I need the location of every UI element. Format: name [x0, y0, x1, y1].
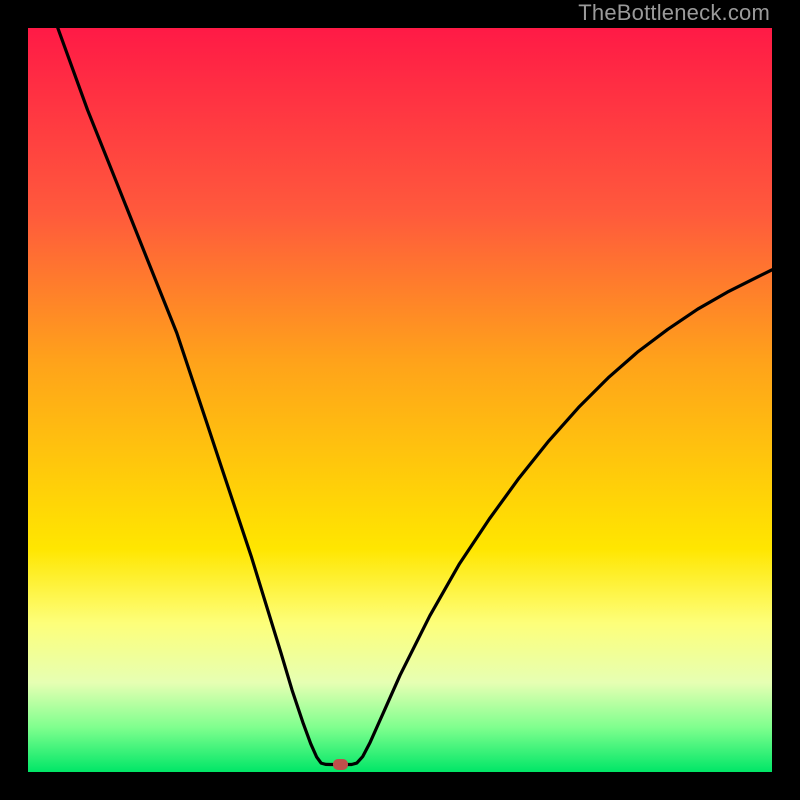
- plot-area: [28, 28, 772, 772]
- watermark-text: TheBottleneck.com: [578, 0, 770, 26]
- bottleneck-curve: [28, 28, 772, 772]
- chart-frame: TheBottleneck.com: [0, 0, 800, 800]
- optimum-marker: [333, 759, 348, 770]
